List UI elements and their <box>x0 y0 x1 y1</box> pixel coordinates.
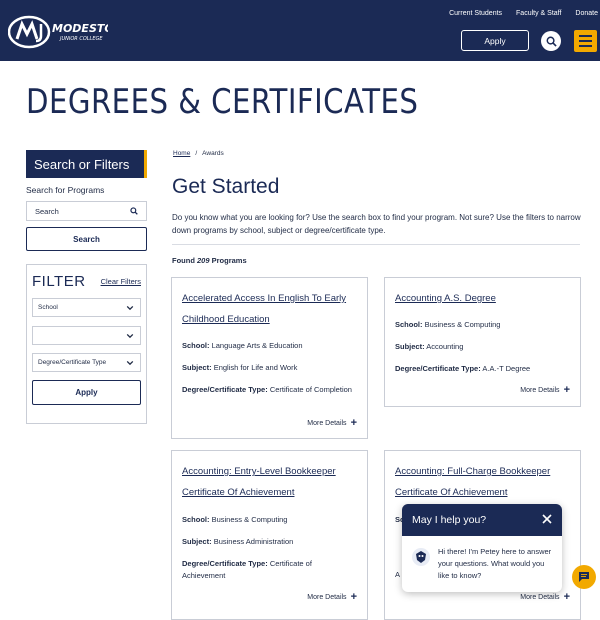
program-school: School: Business & Computing <box>395 319 500 331</box>
degree-type-value: A <box>395 570 401 579</box>
degree-type-value: Certificate of Completion <box>269 385 352 394</box>
plus-icon: + <box>350 417 357 429</box>
petey-avatar-graphic <box>416 551 426 563</box>
degree-type-select-value: Degree/Certificate Type <box>38 359 107 366</box>
logo-text-primary: MODESTO <box>52 22 108 35</box>
top-link-faculty-staff[interactable]: Faculty & Staff <box>516 10 561 17</box>
hamburger-line <box>579 45 592 47</box>
chat-widget: May I help you? Hi there! I'm Petey here… <box>402 504 562 592</box>
program-degree-type: Degree/Certificate Type: Certificate of … <box>182 558 352 582</box>
intro-text: Do you know what you are looking for? Us… <box>172 213 581 235</box>
found-suffix: Programs <box>211 256 247 265</box>
degree-type-label: Degree/Certificate Type: <box>395 364 481 373</box>
program-subject: Subject: Business Administration <box>182 536 293 548</box>
program-degree-type: Degree/Certificate Type: Certificate of … <box>182 384 352 396</box>
school-label: School: <box>395 320 423 329</box>
more-details-label: More Details <box>307 419 347 427</box>
school-label: School: <box>182 515 210 524</box>
hamburger-menu-button[interactable] <box>574 30 597 52</box>
chat-launcher-button[interactable] <box>572 565 596 589</box>
program-title-link[interactable]: Accounting A.S. Degree <box>395 288 565 309</box>
logo-text-secondary: JUNIOR COLLEGE <box>59 36 103 42</box>
program-title-link[interactable]: Accounting: Full-Charge Bookkeeper Certi… <box>395 461 565 503</box>
subject-label: Subject: <box>182 363 212 372</box>
page-title: DEGREES & CERTIFICATES <box>26 82 419 122</box>
search-placeholder: Search <box>35 206 59 216</box>
site-header: MODESTO JUNIOR COLLEGE Current Students … <box>0 0 600 61</box>
results-count: Found 209 Programs <box>172 256 247 265</box>
plus-icon: + <box>563 384 570 396</box>
section-heading: Get Started <box>172 175 280 198</box>
breadcrumb-current: Awards <box>202 150 224 157</box>
header-search-button[interactable] <box>541 31 561 51</box>
program-subject: Subject: Accounting <box>395 341 463 353</box>
mjc-logo-icon: MODESTO JUNIOR COLLEGE <box>7 15 114 49</box>
more-details-link[interactable]: More Details + <box>307 417 357 429</box>
filter-title: FILTER <box>32 273 86 290</box>
petey-avatar-icon <box>412 548 430 566</box>
search-button[interactable]: Search <box>26 227 147 251</box>
filter-apply-button[interactable]: Apply <box>32 380 141 405</box>
hamburger-menu-icon <box>579 35 592 37</box>
degree-type-select[interactable]: Degree/Certificate Type <box>32 353 141 372</box>
school-select[interactable]: School <box>32 298 141 317</box>
program-degree-type: A <box>395 569 400 581</box>
program-card: Accelerated Access In English To Early C… <box>171 277 368 439</box>
school-value: Business & Computing <box>424 320 501 329</box>
breadcrumb-home[interactable]: Home <box>173 150 190 157</box>
search-filters-banner: Search or Filters <box>26 150 147 178</box>
subject-select[interactable] <box>32 326 141 345</box>
subject-value: Business Administration <box>213 537 294 546</box>
found-prefix: Found <box>172 256 195 265</box>
more-details-label: More Details <box>307 593 347 601</box>
utility-nav: Current Students Faculty & Staff Donate <box>435 10 598 17</box>
chat-title: May I help you? <box>412 514 487 526</box>
program-degree-type: Degree/Certificate Type: A.A.-T Degree <box>395 363 530 375</box>
chat-bubble-icon <box>579 572 589 582</box>
degree-type-label: Degree/Certificate Type: <box>182 385 268 394</box>
chevron-down-icon <box>126 333 134 339</box>
top-link-current-students[interactable]: Current Students <box>449 10 502 17</box>
program-title-link[interactable]: Accelerated Access In English To Early C… <box>182 288 352 330</box>
more-details-link[interactable]: More Details + <box>520 384 570 396</box>
subject-label: Subject: <box>395 342 425 351</box>
subject-value: Accounting <box>426 342 464 351</box>
found-count: 209 <box>197 256 210 265</box>
chat-header: May I help you? <box>402 504 562 536</box>
more-details-label: More Details <box>520 593 560 601</box>
more-details-label: More Details <box>520 386 560 394</box>
school-select-value: School <box>38 304 58 311</box>
program-subject: Subject: English for Life and Work <box>182 362 297 374</box>
chevron-down-icon <box>126 360 134 366</box>
close-icon[interactable] <box>542 514 552 524</box>
search-label: Search for Programs <box>26 185 105 195</box>
divider <box>172 244 580 245</box>
program-school: School: Business & Computing <box>182 514 287 526</box>
top-link-donate[interactable]: Donate <box>575 10 598 17</box>
hamburger-line <box>579 40 592 42</box>
degree-type-label: Degree/Certificate Type: <box>182 559 268 568</box>
chevron-down-icon <box>126 305 134 311</box>
clear-filters-link[interactable]: Clear Filters <box>101 277 141 286</box>
breadcrumb-separator: / <box>195 150 198 157</box>
college-logo[interactable]: MODESTO JUNIOR COLLEGE <box>7 12 114 50</box>
chat-message: Hi there! I'm Petey here to answer your … <box>438 547 552 580</box>
apply-button[interactable]: Apply <box>461 30 529 51</box>
program-card: Accounting A.S. Degree School: Business … <box>384 277 581 407</box>
search-icon <box>130 207 138 215</box>
subject-label: Subject: <box>182 537 212 546</box>
program-title-link[interactable]: Accounting: Entry-Level Bookkeeper Certi… <box>182 461 352 503</box>
school-value: Business & Computing <box>211 515 288 524</box>
school-value: Language Arts & Education <box>211 341 303 350</box>
filter-panel: FILTER Clear Filters School Degree/Certi… <box>26 264 147 424</box>
program-school: School: Language Arts & Education <box>182 340 303 352</box>
school-label: School: <box>182 341 210 350</box>
search-icon <box>546 36 557 47</box>
program-card: Accounting: Entry-Level Bookkeeper Certi… <box>171 450 368 620</box>
program-search-input[interactable]: Search <box>26 201 147 221</box>
breadcrumb: Home / Awards <box>173 150 224 157</box>
degree-type-value: A.A.-T Degree <box>482 364 531 373</box>
subject-value: English for Life and Work <box>213 363 298 372</box>
